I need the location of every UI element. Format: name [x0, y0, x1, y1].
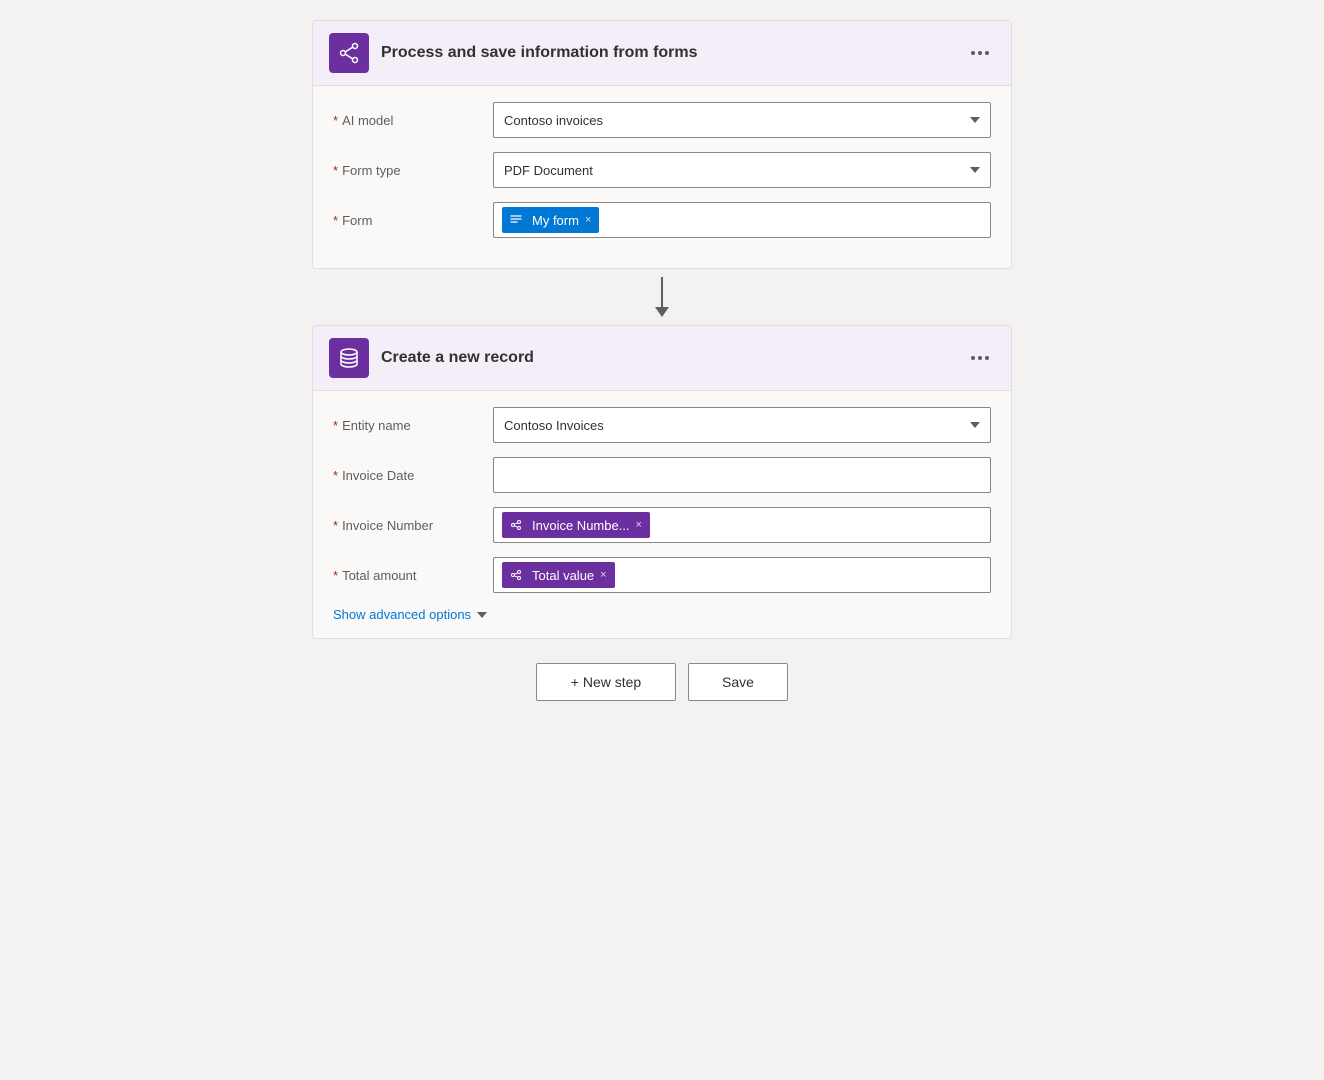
entity-name-chevron	[970, 422, 980, 428]
form-type-select[interactable]: PDF Document	[493, 152, 991, 188]
entity-name-select[interactable]: Contoso Invoices	[493, 407, 991, 443]
new-step-button[interactable]: + New step	[536, 663, 676, 701]
card2-body: *Entity name Contoso Invoices *Invoice D…	[313, 391, 1011, 638]
entity-name-row: *Entity name Contoso Invoices	[333, 407, 991, 443]
ai-model-control: Contoso invoices	[493, 102, 991, 138]
invoice-number-control: Invoice Numbe... ×	[493, 507, 991, 543]
invoice-date-row: *Invoice Date	[333, 457, 991, 493]
connector-arrow-1	[655, 269, 669, 325]
form-control: My form ×	[493, 202, 991, 238]
show-advanced-options[interactable]: Show advanced options	[333, 607, 991, 622]
invoice-number-row: *Invoice Number	[333, 507, 991, 543]
forms-icon	[506, 210, 526, 230]
card2-header: Create a new record	[313, 326, 1011, 391]
total-value-tag-close[interactable]: ×	[600, 569, 606, 581]
total-amount-control: Total value ×	[493, 557, 991, 593]
invoice-number-tag-close[interactable]: ×	[636, 519, 642, 531]
card2-header-left: Create a new record	[329, 338, 534, 378]
invoice-number-label: *Invoice Number	[333, 518, 493, 533]
ai-model-label: *AI model	[333, 113, 493, 128]
card-process-forms: Process and save information from forms …	[312, 20, 1012, 269]
invoice-date-label: *Invoice Date	[333, 468, 493, 483]
card1-header: Process and save information from forms	[313, 21, 1011, 86]
card1-body: *AI model Contoso invoices *Form type PD…	[313, 86, 1011, 268]
card1-header-left: Process and save information from forms	[329, 33, 698, 73]
ai-model-select[interactable]: Contoso invoices	[493, 102, 991, 138]
database-icon	[337, 346, 361, 370]
form-tag-input[interactable]: My form ×	[493, 202, 991, 238]
invoice-number-tag: Invoice Numbe... ×	[502, 512, 650, 538]
card1-title: Process and save information from forms	[381, 44, 698, 62]
bottom-actions: + New step Save	[536, 663, 788, 701]
save-button[interactable]: Save	[688, 663, 788, 701]
card1-icon	[329, 33, 369, 73]
card2-title: Create a new record	[381, 349, 534, 367]
total-amount-label: *Total amount	[333, 568, 493, 583]
show-advanced-chevron	[477, 612, 487, 618]
form-type-control: PDF Document	[493, 152, 991, 188]
ai-model-icon-total	[506, 565, 526, 585]
form-type-chevron	[970, 167, 980, 173]
entity-name-control: Contoso Invoices	[493, 407, 991, 443]
ai-model-chevron	[970, 117, 980, 123]
card-create-record: Create a new record *Entity name Contoso…	[312, 325, 1012, 639]
form-type-row: *Form type PDF Document	[333, 152, 991, 188]
total-amount-tag-input[interactable]: Total value ×	[493, 557, 991, 593]
share-icon	[337, 41, 361, 65]
invoice-number-tag-input[interactable]: Invoice Numbe... ×	[493, 507, 991, 543]
invoice-date-control	[493, 457, 991, 493]
my-form-tag-close[interactable]: ×	[585, 214, 591, 226]
invoice-date-input[interactable]	[493, 457, 991, 493]
form-label: *Form	[333, 213, 493, 228]
ai-model-row: *AI model Contoso invoices	[333, 102, 991, 138]
card1-more-options[interactable]	[965, 47, 995, 59]
ai-model-icon-invoice	[506, 515, 526, 535]
card2-more-options[interactable]	[965, 352, 995, 364]
total-amount-row: *Total amount	[333, 557, 991, 593]
card2-icon	[329, 338, 369, 378]
form-row: *Form My form ×	[333, 202, 991, 238]
total-value-tag: Total value ×	[502, 562, 615, 588]
my-form-tag: My form ×	[502, 207, 599, 233]
flow-container: Process and save information from forms …	[302, 20, 1022, 701]
form-type-label: *Form type	[333, 163, 493, 178]
entity-name-label: *Entity name	[333, 418, 493, 433]
